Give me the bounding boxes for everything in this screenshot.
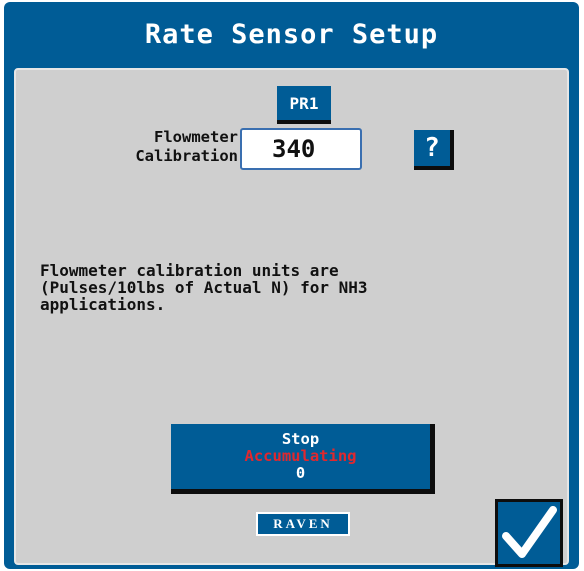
window-title: Rate Sensor Setup bbox=[144, 18, 439, 50]
rate-sensor-setup-window: Rate Sensor Setup PR1 Flowmeter Calibrat… bbox=[4, 2, 579, 569]
question-mark-icon: ? bbox=[424, 133, 440, 163]
help-button[interactable]: ? bbox=[414, 130, 454, 170]
confirm-button[interactable] bbox=[495, 499, 563, 567]
stop-accumulating-button[interactable]: Stop Accumulating 0 bbox=[171, 424, 435, 494]
raven-logo: RAVEN bbox=[256, 512, 350, 536]
stop-button-line2: Accumulating bbox=[244, 447, 357, 465]
checkmark-icon bbox=[502, 506, 557, 558]
calibration-info-text: Flowmeter calibration units are (Pulses/… bbox=[40, 261, 368, 314]
tab-pr1[interactable]: PR1 bbox=[277, 86, 331, 124]
setup-panel: PR1 Flowmeter Calibration 340 ? Flowmete… bbox=[14, 68, 569, 565]
flowmeter-calibration-input[interactable]: 340 bbox=[240, 128, 362, 170]
calibration-label-line2: Calibration bbox=[135, 147, 238, 165]
stop-button-count: 0 bbox=[295, 464, 306, 482]
calibration-label-line1: Flowmeter bbox=[154, 128, 238, 146]
flowmeter-calibration-label: Flowmeter Calibration bbox=[72, 128, 238, 166]
stop-button-line1: Stop bbox=[281, 430, 320, 448]
